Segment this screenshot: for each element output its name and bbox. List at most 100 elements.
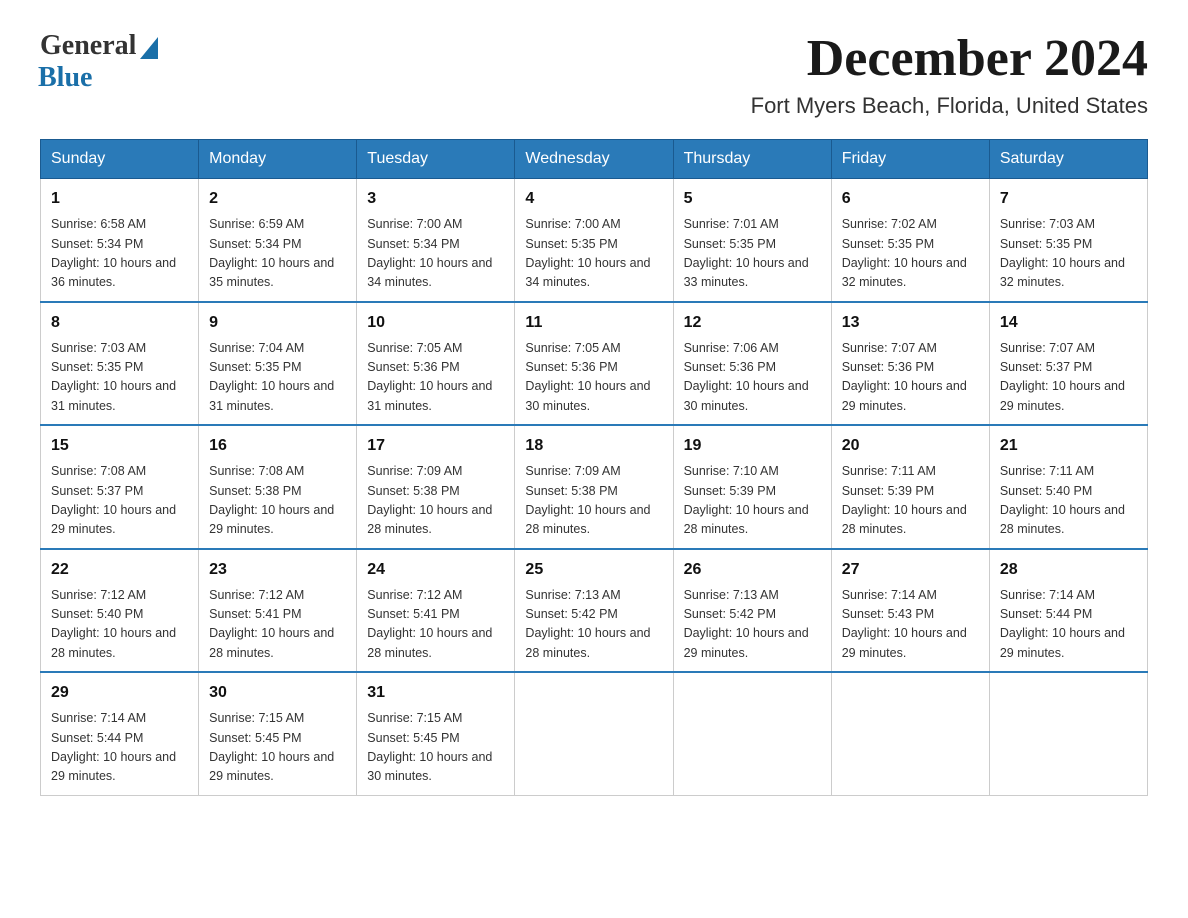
calendar-day-cell: 15 Sunrise: 7:08 AMSunset: 5:37 PMDayligh… [41, 425, 199, 549]
day-info: Sunrise: 7:09 AMSunset: 5:38 PMDaylight:… [525, 462, 662, 540]
day-info: Sunrise: 7:12 AMSunset: 5:40 PMDaylight:… [51, 586, 188, 664]
day-info: Sunrise: 7:08 AMSunset: 5:37 PMDaylight:… [51, 462, 188, 540]
day-info: Sunrise: 7:14 AMSunset: 5:43 PMDaylight:… [842, 586, 979, 664]
calendar-day-cell: 30Sunrise: 7:15 AMSunset: 5:45 PMDayligh… [199, 672, 357, 795]
day-number: 2 [209, 187, 346, 211]
calendar-day-cell: 11 Sunrise: 7:05 AMSunset: 5:36 PMDayligh… [515, 302, 673, 426]
calendar-day-cell [989, 672, 1147, 795]
day-number: 9 [209, 311, 346, 335]
day-number: 11 [525, 311, 662, 335]
calendar-day-cell: 2 Sunrise: 6:59 AMSunset: 5:34 PMDaylight… [199, 179, 357, 302]
day-number: 7 [1000, 187, 1137, 211]
calendar-day-cell: 12Sunrise: 7:06 AMSunset: 5:36 PMDayligh… [673, 302, 831, 426]
calendar-day-cell [831, 672, 989, 795]
day-number: 10 [367, 311, 504, 335]
location-title: Fort Myers Beach, Florida, United States [751, 93, 1148, 119]
day-number: 13 [842, 311, 979, 335]
day-number: 28 [1000, 558, 1137, 582]
day-number: 14 [1000, 311, 1137, 335]
day-number: 17 [367, 434, 504, 458]
calendar-day-cell: 10Sunrise: 7:05 AMSunset: 5:36 PMDayligh… [357, 302, 515, 426]
calendar-week-row: 22 Sunrise: 7:12 AMSunset: 5:40 PMDayligh… [41, 549, 1148, 673]
day-info: Sunrise: 7:06 AMSunset: 5:36 PMDaylight:… [684, 339, 821, 417]
header-saturday: Saturday [989, 140, 1147, 179]
day-number: 18 [525, 434, 662, 458]
header-tuesday: Tuesday [357, 140, 515, 179]
day-number: 25 [525, 558, 662, 582]
calendar-day-cell: 14Sunrise: 7:07 AMSunset: 5:37 PMDayligh… [989, 302, 1147, 426]
day-info: Sunrise: 6:59 AMSunset: 5:34 PMDaylight:… [209, 215, 346, 293]
day-number: 31 [367, 681, 504, 705]
day-number: 22 [51, 558, 188, 582]
day-info: Sunrise: 7:08 AMSunset: 5:38 PMDaylight:… [209, 462, 346, 540]
day-number: 27 [842, 558, 979, 582]
day-number: 8 [51, 311, 188, 335]
calendar-week-row: 8 Sunrise: 7:03 AMSunset: 5:35 PMDaylight… [41, 302, 1148, 426]
calendar-day-cell: 7 Sunrise: 7:03 AMSunset: 5:35 PMDaylight… [989, 179, 1147, 302]
header-sunday: Sunday [41, 140, 199, 179]
calendar-day-cell: 23Sunrise: 7:12 AMSunset: 5:41 PMDayligh… [199, 549, 357, 673]
day-info: Sunrise: 7:12 AMSunset: 5:41 PMDaylight:… [367, 586, 504, 664]
month-title: December 2024 [751, 30, 1148, 87]
calendar-day-cell: 13 Sunrise: 7:07 AMSunset: 5:36 PMDayligh… [831, 302, 989, 426]
day-number: 6 [842, 187, 979, 211]
day-number: 21 [1000, 434, 1137, 458]
day-number: 24 [367, 558, 504, 582]
calendar-day-cell: 4Sunrise: 7:00 AMSunset: 5:35 PMDaylight… [515, 179, 673, 302]
day-info: Sunrise: 7:03 AMSunset: 5:35 PMDaylight:… [1000, 215, 1137, 293]
day-info: Sunrise: 7:00 AMSunset: 5:34 PMDaylight:… [367, 215, 504, 293]
day-number: 3 [367, 187, 504, 211]
calendar-day-cell: 3 Sunrise: 7:00 AMSunset: 5:34 PMDaylight… [357, 179, 515, 302]
day-number: 15 [51, 434, 188, 458]
day-info: Sunrise: 7:09 AMSunset: 5:38 PMDaylight:… [367, 462, 504, 540]
calendar-day-cell: 24 Sunrise: 7:12 AMSunset: 5:41 PMDayligh… [357, 549, 515, 673]
calendar-day-cell: 5 Sunrise: 7:01 AMSunset: 5:35 PMDaylight… [673, 179, 831, 302]
header-friday: Friday [831, 140, 989, 179]
calendar-day-cell: 6 Sunrise: 7:02 AMSunset: 5:35 PMDaylight… [831, 179, 989, 302]
calendar-day-cell: 28 Sunrise: 7:14 AMSunset: 5:44 PMDayligh… [989, 549, 1147, 673]
calendar-day-cell: 19 Sunrise: 7:10 AMSunset: 5:39 PMDayligh… [673, 425, 831, 549]
logo-blue-text: Blue [38, 62, 92, 94]
day-number: 23 [209, 558, 346, 582]
day-info: Sunrise: 7:07 AMSunset: 5:36 PMDaylight:… [842, 339, 979, 417]
day-number: 29 [51, 681, 188, 705]
day-info: Sunrise: 7:03 AMSunset: 5:35 PMDaylight:… [51, 339, 188, 417]
day-info: Sunrise: 7:11 AMSunset: 5:40 PMDaylight:… [1000, 462, 1137, 540]
calendar-day-cell: 31 Sunrise: 7:15 AMSunset: 5:45 PMDayligh… [357, 672, 515, 795]
calendar-day-cell: 22 Sunrise: 7:12 AMSunset: 5:40 PMDayligh… [41, 549, 199, 673]
day-number: 20 [842, 434, 979, 458]
day-info: Sunrise: 7:00 AMSunset: 5:35 PMDaylight:… [525, 215, 662, 293]
page-header: General Blue December 2024 Fort Myers Be… [40, 30, 1148, 119]
calendar-day-cell: 26 Sunrise: 7:13 AMSunset: 5:42 PMDayligh… [673, 549, 831, 673]
day-info: Sunrise: 7:11 AMSunset: 5:39 PMDaylight:… [842, 462, 979, 540]
logo: General Blue [40, 30, 158, 94]
day-info: Sunrise: 7:13 AMSunset: 5:42 PMDaylight:… [684, 586, 821, 664]
day-number: 16 [209, 434, 346, 458]
header-wednesday: Wednesday [515, 140, 673, 179]
logo-triangle-icon [140, 37, 158, 59]
day-number: 26 [684, 558, 821, 582]
day-info: Sunrise: 6:58 AMSunset: 5:34 PMDaylight:… [51, 215, 188, 293]
day-number: 19 [684, 434, 821, 458]
day-number: 1 [51, 187, 188, 211]
logo-general-text: General [40, 30, 136, 62]
day-info: Sunrise: 7:05 AMSunset: 5:36 PMDaylight:… [525, 339, 662, 417]
calendar-day-cell: 8 Sunrise: 7:03 AMSunset: 5:35 PMDaylight… [41, 302, 199, 426]
day-info: Sunrise: 7:14 AMSunset: 5:44 PMDaylight:… [1000, 586, 1137, 664]
calendar-week-row: 1 Sunrise: 6:58 AMSunset: 5:34 PMDaylight… [41, 179, 1148, 302]
day-info: Sunrise: 7:01 AMSunset: 5:35 PMDaylight:… [684, 215, 821, 293]
calendar-day-cell: 29Sunrise: 7:14 AMSunset: 5:44 PMDayligh… [41, 672, 199, 795]
day-info: Sunrise: 7:10 AMSunset: 5:39 PMDaylight:… [684, 462, 821, 540]
day-info: Sunrise: 7:15 AMSunset: 5:45 PMDaylight:… [367, 709, 504, 787]
day-info: Sunrise: 7:04 AMSunset: 5:35 PMDaylight:… [209, 339, 346, 417]
day-info: Sunrise: 7:02 AMSunset: 5:35 PMDaylight:… [842, 215, 979, 293]
header-monday: Monday [199, 140, 357, 179]
calendar-day-cell: 20 Sunrise: 7:11 AMSunset: 5:39 PMDayligh… [831, 425, 989, 549]
calendar-week-row: 29Sunrise: 7:14 AMSunset: 5:44 PMDayligh… [41, 672, 1148, 795]
day-number: 30 [209, 681, 346, 705]
day-number: 5 [684, 187, 821, 211]
calendar-day-cell: 1 Sunrise: 6:58 AMSunset: 5:34 PMDaylight… [41, 179, 199, 302]
header-thursday: Thursday [673, 140, 831, 179]
calendar-day-cell: 21 Sunrise: 7:11 AMSunset: 5:40 PMDayligh… [989, 425, 1147, 549]
calendar-header-row: SundayMondayTuesdayWednesdayThursdayFrid… [41, 140, 1148, 179]
